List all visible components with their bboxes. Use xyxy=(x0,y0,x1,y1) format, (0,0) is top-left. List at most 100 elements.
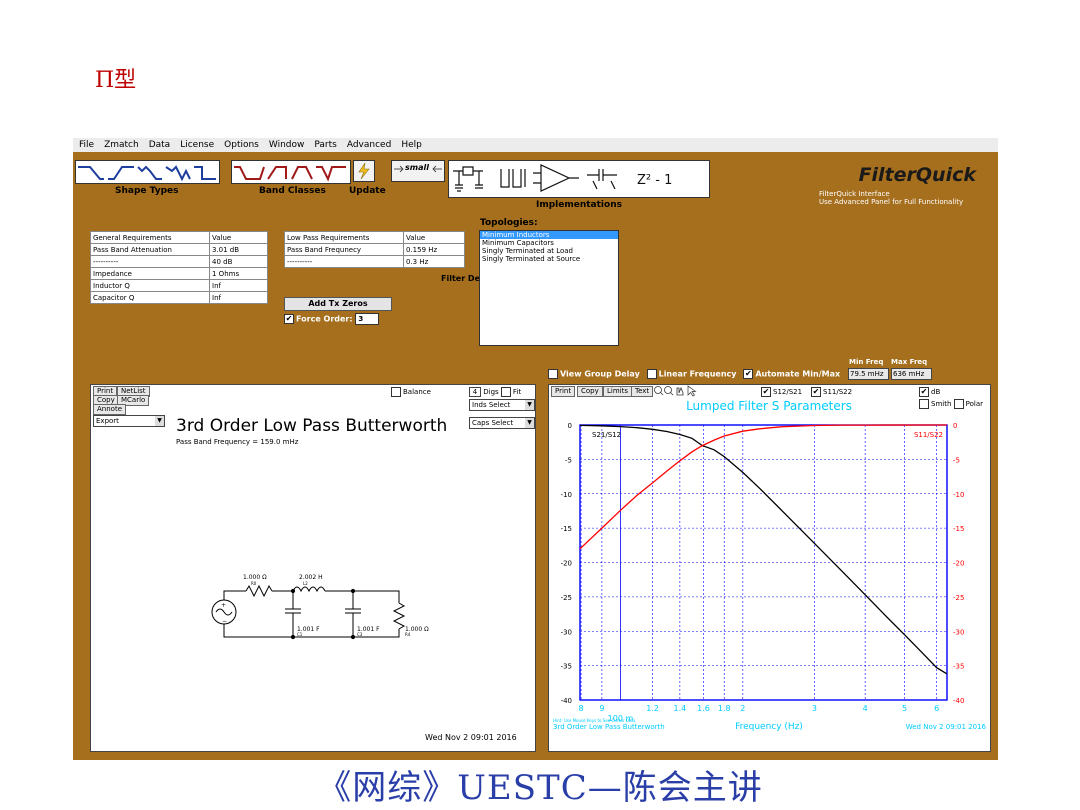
implementation-icons[interactable]: Z² - 1 xyxy=(449,161,709,197)
cell-value[interactable]: Inf xyxy=(209,291,268,304)
x-tick-label: 6 xyxy=(934,704,939,713)
plot-print-button[interactable]: Print xyxy=(551,386,576,397)
s-parameter-chart[interactable]: Lumped Filter S Parameters 0 0 -5 -5 -10 -10 -1… xyxy=(549,398,990,750)
cell-value[interactable]: 0.159 Hz xyxy=(403,243,465,256)
digs-label: Digs xyxy=(483,388,499,396)
table-row[interactable]: ---------- 40 dB xyxy=(90,255,268,268)
table-row[interactable]: Impedance 1 Ohms xyxy=(90,267,268,280)
automate-minmax-checkbox[interactable]: ✔ xyxy=(743,369,754,379)
elliptic-shape-icon xyxy=(165,165,191,182)
circuit-schematic[interactable]: + − 1.000 Ω R0 2.002 H L2 1.001 F C1 1.0… xyxy=(201,561,461,661)
source-sine-icon xyxy=(215,608,233,616)
min-freq-input[interactable]: 79.5 mHz xyxy=(848,368,889,380)
band-class-icons[interactable] xyxy=(232,161,350,183)
max-freq-input[interactable]: 636 mHz xyxy=(891,368,932,380)
y-tick-label-left: -35 xyxy=(561,663,572,671)
plot-text-button[interactable]: Text xyxy=(631,386,654,397)
source-minus-label: − xyxy=(222,618,227,625)
menu-window[interactable]: Window xyxy=(269,140,305,150)
y-tick-label-left: -40 xyxy=(561,697,572,705)
automate-minmax-label: Automate Min/Max xyxy=(755,369,841,379)
caps-select[interactable]: Caps Select ▼ xyxy=(469,417,535,429)
menu-file[interactable]: File xyxy=(79,140,94,150)
menu-data[interactable]: Data xyxy=(149,140,171,150)
bandpass-high-icon xyxy=(267,166,287,180)
shape-type-icons[interactable] xyxy=(76,161,219,183)
table-row[interactable]: Inductor Q Inf xyxy=(90,279,268,292)
add-tx-zeros-button[interactable]: Add Tx Zeros xyxy=(284,297,392,311)
x-axis-label: Frequency (Hz) xyxy=(735,722,803,732)
topology-item[interactable]: Minimum Inductors xyxy=(480,231,618,239)
db-checkbox[interactable]: ✔ xyxy=(919,387,929,397)
fit-checkbox[interactable] xyxy=(500,387,511,397)
cell-value[interactable]: Inf xyxy=(209,279,268,292)
cell-value[interactable]: 0.3 Hz xyxy=(403,255,465,268)
cell-value[interactable]: 40 dB xyxy=(209,255,268,268)
wire-l2-node2 xyxy=(325,590,354,609)
inductor-l2 xyxy=(292,586,326,593)
resistor-r4 xyxy=(392,602,406,630)
topologies-title: Topologies: xyxy=(480,218,538,228)
digs-option: 4 Digs Fit xyxy=(469,387,521,397)
plot-limits-button[interactable]: Limits xyxy=(603,386,632,397)
digs-input[interactable]: 4 xyxy=(469,387,481,397)
legend-s11: S11/S22 xyxy=(914,431,943,439)
lowpass-shape-icon xyxy=(78,166,104,180)
menu-help[interactable]: Help xyxy=(401,140,422,150)
s12-label: S12/S21 xyxy=(773,388,803,396)
force-order-checkbox[interactable]: ✔ xyxy=(284,314,294,324)
implementations-toolbar: Z² - 1 xyxy=(448,160,710,198)
table-header-row: General Requirements Value xyxy=(90,231,268,244)
s11-checkbox[interactable]: ✔ xyxy=(811,387,821,397)
y-tick-label-left: 0 xyxy=(568,422,572,430)
view-group-delay-checkbox[interactable] xyxy=(548,369,558,379)
force-order-value: 3 xyxy=(358,315,364,323)
plot-footer-date: Wed Nov 2 09:01 2016 xyxy=(906,723,987,731)
topologies-list[interactable]: Minimum Inductors Minimum Capacitors Sin… xyxy=(479,230,619,346)
y-tick-label-right: -35 xyxy=(953,663,964,671)
small-button[interactable]: small xyxy=(391,160,445,182)
y-tick-label-left: -25 xyxy=(561,594,572,602)
chevron-down-icon: ▼ xyxy=(525,418,534,428)
linear-frequency-checkbox[interactable] xyxy=(646,369,657,379)
annote-button[interactable]: Annote xyxy=(93,404,126,415)
table-row[interactable]: Capacitor Q Inf xyxy=(90,291,268,304)
schematic-title: 3rd Order Low Pass Butterworth xyxy=(176,416,448,436)
menu-parts[interactable]: Parts xyxy=(314,140,336,150)
topology-item[interactable]: Minimum Capacitors xyxy=(480,239,618,247)
x-tick-label: 3 xyxy=(812,704,817,713)
pointer-icon[interactable] xyxy=(687,385,697,397)
slide-heading: Π型 xyxy=(95,68,137,93)
zoom-icon[interactable] xyxy=(653,385,687,397)
menu-license[interactable]: License xyxy=(180,140,214,150)
force-order-stepper[interactable]: 3 xyxy=(355,313,380,325)
topology-item[interactable]: Singly Terminated at Source xyxy=(480,255,618,263)
plot-footer-title: 3rd Order Low Pass Butterworth xyxy=(553,723,665,731)
x-tick-label: 1.2 xyxy=(646,704,659,713)
brand-line-2: Use Advanced Panel for Full Functionalit… xyxy=(819,198,964,206)
node-dot xyxy=(350,588,356,594)
cell-value[interactable]: 3.01 dB xyxy=(209,243,268,256)
plot-copy-button[interactable]: Copy xyxy=(577,386,603,397)
table-row[interactable]: Pass Band Frequnecy 0.159 Hz xyxy=(284,243,465,256)
band-classes-toolbar xyxy=(231,160,351,184)
table-row[interactable]: ---------- 0.3 Hz xyxy=(284,255,465,268)
resistor-r0 xyxy=(245,584,273,598)
topology-item[interactable]: Singly Terminated at Load xyxy=(480,247,618,255)
update-button[interactable] xyxy=(353,160,375,182)
menu-zmatch[interactable]: Zmatch xyxy=(104,140,139,150)
x-tick-label: 5 xyxy=(902,704,907,713)
menu-options[interactable]: Options xyxy=(224,140,259,150)
menu-advanced[interactable]: Advanced xyxy=(347,140,391,150)
s12-checkbox[interactable]: ✔ xyxy=(761,387,771,397)
r4-label: R4 xyxy=(405,632,411,637)
table-row[interactable]: Pass Band Attenuation 3.01 dB xyxy=(90,243,268,256)
cell-value[interactable]: 1 Ohms xyxy=(209,267,268,280)
force-order-label: Force Order: xyxy=(296,314,353,324)
caps-select-value: Caps Select xyxy=(472,419,514,427)
export-select[interactable]: Export ▼ xyxy=(93,415,165,427)
slide-footer: 《网综》UESTC—陈会主讲 xyxy=(317,768,763,808)
switched-cap-icon xyxy=(587,169,617,190)
inds-select[interactable]: Inds Select ▼ xyxy=(469,399,535,411)
balance-checkbox[interactable] xyxy=(391,387,401,397)
